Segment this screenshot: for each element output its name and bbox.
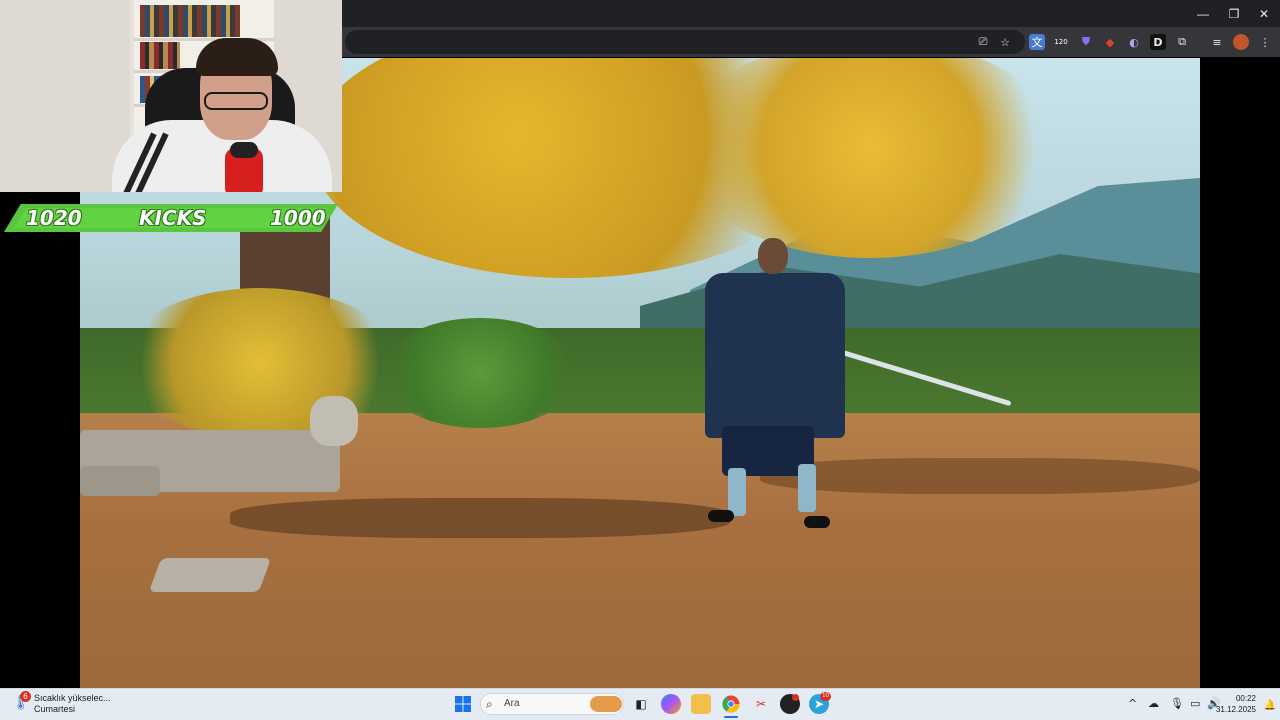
close-icon: ✕ xyxy=(1258,6,1270,21)
chrome-icon[interactable] xyxy=(721,694,741,714)
windows-logo-icon xyxy=(455,696,471,712)
snipping-tool-icon[interactable]: ✂ xyxy=(751,694,771,714)
search-highlight-art xyxy=(590,696,622,712)
translate-icon[interactable]: 文 xyxy=(1029,34,1045,50)
video-monk-leg-right xyxy=(798,464,816,512)
menu-icon[interactable]: ⋮ xyxy=(1257,34,1273,50)
video-monk-leg-left xyxy=(728,468,746,516)
video-monk-robe xyxy=(705,273,845,438)
taskbar-clock[interactable]: 00:22 31.12.2025 xyxy=(1216,693,1256,715)
video-stone-left xyxy=(80,466,160,496)
clock-time: 00:22 xyxy=(1235,694,1256,703)
minimize-icon: — xyxy=(1197,6,1209,21)
clock-date: 31.12.2025 xyxy=(1215,705,1256,714)
address-bar[interactable] xyxy=(345,30,1025,54)
weather-text-line1: Sıcaklık yükselec... xyxy=(34,693,111,703)
chrome-active-indicator xyxy=(724,716,738,718)
fire-extension-icon[interactable]: ◆ xyxy=(1102,34,1118,50)
start-button[interactable] xyxy=(453,694,473,714)
media-icon[interactable]: ≡ xyxy=(1209,34,1225,50)
microphone-icon[interactable]: 🎙 xyxy=(1170,697,1184,710)
video-bush-yellow xyxy=(120,288,400,438)
close-button[interactable]: ✕ xyxy=(1248,0,1280,27)
task-view-icon[interactable]: ◧ xyxy=(631,694,651,714)
weather-widget[interactable]: Sıcaklık yükselec... Cumartesi xyxy=(34,693,111,715)
webcam-person-hair xyxy=(196,38,278,76)
restore-icon: ❐ xyxy=(1228,6,1240,21)
webcam-person-glasses xyxy=(204,92,268,110)
kick-count-left: 1020 xyxy=(26,206,82,230)
video-monk-shoe-right xyxy=(804,516,830,528)
video-tree-shadow xyxy=(230,498,730,538)
video-stone-ground xyxy=(148,558,272,592)
weather-text-line2: Cumartesi xyxy=(34,704,76,714)
chrome-logo-icon xyxy=(722,695,740,713)
weather-badge: 6 xyxy=(20,691,31,702)
kick-counter-label: KICKS xyxy=(139,206,207,230)
minimize-button[interactable]: — xyxy=(1187,0,1219,27)
restore-button[interactable]: ❐ xyxy=(1218,0,1250,27)
video-monk-shoe-left xyxy=(708,510,734,522)
puzzle-icon[interactable]: ⧉ xyxy=(1174,34,1190,50)
kick-count-right: 1000 xyxy=(270,206,326,230)
search-icon: ⌕ xyxy=(486,697,493,711)
copilot-icon[interactable] xyxy=(661,694,681,714)
planet-extension-icon[interactable]: ◐ xyxy=(1126,34,1142,50)
shield-extension-icon[interactable]: ⛊ xyxy=(1078,34,1094,50)
d-extension-label: D xyxy=(1153,35,1163,49)
search-placeholder: Ara xyxy=(504,698,520,709)
video-shadow-right xyxy=(760,458,1200,494)
app-notification-dot xyxy=(792,694,799,701)
webcam-microphone-cap xyxy=(230,142,258,158)
telegram-badge: 10 xyxy=(820,692,831,701)
star-icon[interactable]: ☆ xyxy=(997,34,1013,50)
counter-extension-icon[interactable]: 120 xyxy=(1053,34,1069,50)
counter-badge: 120 xyxy=(1054,38,1068,46)
tray-overflow-icon[interactable]: ^ xyxy=(1128,697,1137,710)
webcam-overlay xyxy=(0,0,342,192)
video-monk-head xyxy=(758,238,788,274)
network-cloud-icon[interactable]: ☁ xyxy=(1148,697,1159,710)
display-icon[interactable]: ▭ xyxy=(1190,697,1200,710)
profile-avatar[interactable] xyxy=(1233,34,1249,50)
video-stone-top xyxy=(310,396,358,446)
d-extension-icon[interactable]: D xyxy=(1150,34,1166,50)
cast-icon[interactable]: ⎚ xyxy=(975,34,991,50)
file-explorer-icon[interactable] xyxy=(691,694,711,714)
video-bush-green xyxy=(380,318,580,428)
notification-bell-icon[interactable]: 🔔 xyxy=(1264,700,1276,711)
